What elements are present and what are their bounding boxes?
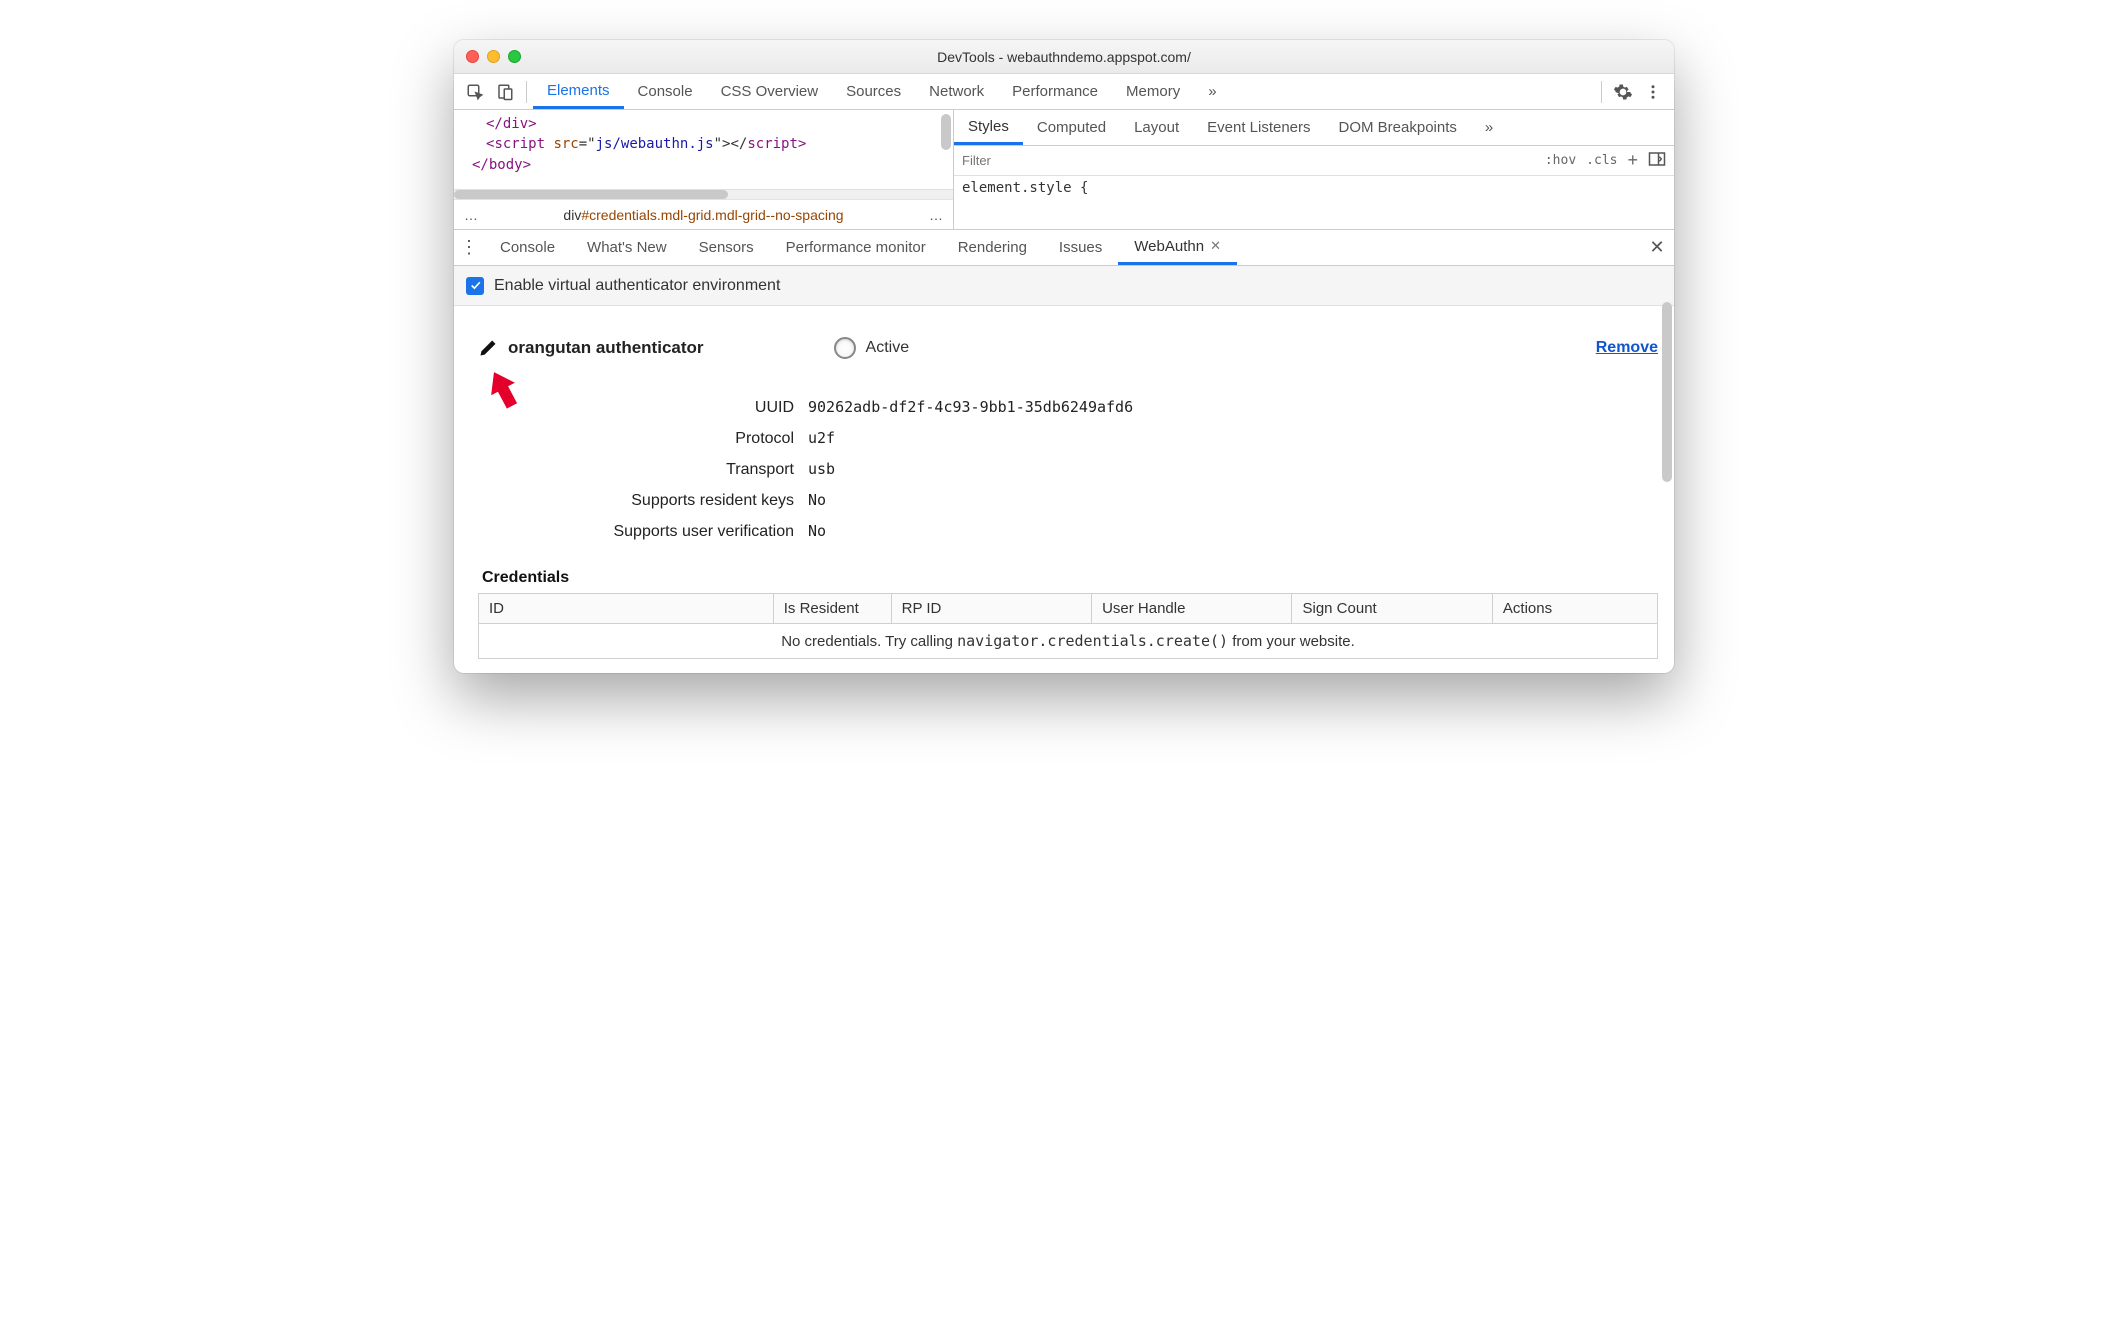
drawer-kebab-icon[interactable]: ⋮ [454,237,484,258]
subtab-layout[interactable]: Layout [1120,110,1193,145]
prop-label-uuid: UUID [478,399,808,417]
drawer-tab-console[interactable]: Console [484,230,571,265]
prop-value-rk: No [808,491,826,509]
prop-value-uv: No [808,522,826,540]
prop-label-protocol: Protocol [478,430,808,448]
drawer-tab-bar: ⋮ Console What's New Sensors Performance… [454,230,1674,266]
authenticator-props: UUID90262adb-df2f-4c93-9bb1-35db6249afd6… [478,392,1658,547]
drawer-tab-perfmon[interactable]: Performance monitor [770,230,942,265]
active-radio[interactable]: Active [834,337,910,359]
panel-layout-icon[interactable] [1648,151,1666,170]
device-toggle-icon[interactable] [490,77,520,107]
annotation-arrow-icon [480,366,526,417]
dom-tree-pane: </div> <script src="js/webauthn.js"></sc… [454,110,954,229]
titlebar: DevTools - webauthndemo.appspot.com/ [454,40,1674,74]
styles-filter-bar: :hov .cls + [954,146,1674,176]
tab-css-overview[interactable]: CSS Overview [707,74,833,109]
dom-vscroll[interactable] [941,114,951,150]
divider [526,81,527,103]
credentials-table: ID Is Resident RP ID User Handle Sign Co… [478,593,1658,659]
th-sign-count: Sign Count [1292,594,1492,624]
subtab-computed[interactable]: Computed [1023,110,1120,145]
main-tab-bar: Elements Console CSS Overview Sources Ne… [454,74,1674,110]
tab-network[interactable]: Network [915,74,998,109]
credentials-title: Credentials [478,569,1658,587]
th-id: ID [479,594,774,624]
dom-tree[interactable]: </div> <script src="js/webauthn.js"></sc… [454,110,953,189]
subtabs-overflow[interactable]: » [1471,110,1507,145]
divider [1601,81,1602,103]
pencil-icon[interactable] [478,334,498,362]
tab-elements[interactable]: Elements [533,74,624,109]
prop-value-transport: usb [808,460,835,478]
subtab-styles[interactable]: Styles [954,110,1023,145]
breadcrumb-right-ellipsis[interactable]: … [929,207,943,223]
tab-memory[interactable]: Memory [1112,74,1194,109]
authenticator-header: orangutan authenticator Active Remove [478,334,1658,362]
breadcrumb-item[interactable]: div#credentials.mdl-grid.mdl-grid--no-sp… [563,207,843,223]
elements-split: </div> <script src="js/webauthn.js"></sc… [454,110,1674,230]
drawer-tab-rendering[interactable]: Rendering [942,230,1043,265]
cls-toggle[interactable]: .cls [1586,153,1617,168]
styles-tab-bar: Styles Computed Layout Event Listeners D… [954,110,1674,146]
tab-sources[interactable]: Sources [832,74,915,109]
remove-link[interactable]: Remove [1596,339,1658,357]
tabs-overflow[interactable]: » [1194,74,1230,109]
subtab-dom-breakpoints[interactable]: DOM Breakpoints [1325,110,1471,145]
styles-pane: Styles Computed Layout Event Listeners D… [954,110,1674,229]
drawer-tab-issues[interactable]: Issues [1043,230,1118,265]
enable-label: Enable virtual authenticator environment [494,277,780,295]
tab-performance[interactable]: Performance [998,74,1112,109]
enable-bar: Enable virtual authenticator environment [454,266,1674,306]
th-user-handle: User Handle [1092,594,1292,624]
kebab-menu-icon[interactable] [1638,77,1668,107]
prop-label-transport: Transport [478,461,808,479]
inspect-icon[interactable] [460,77,490,107]
subtab-event-listeners[interactable]: Event Listeners [1193,110,1324,145]
window-title: DevTools - webauthndemo.appspot.com/ [454,49,1674,65]
th-actions: Actions [1492,594,1657,624]
drawer-close-icon[interactable]: ✕ [1640,237,1674,258]
gear-icon[interactable] [1608,77,1638,107]
dom-hscroll[interactable] [454,189,953,199]
close-tab-icon[interactable]: ✕ [1210,238,1221,254]
style-rule[interactable]: element.style { [954,176,1674,200]
prop-label-uv: Supports user verification [478,523,808,541]
radio-icon [834,337,856,359]
prop-label-rk: Supports resident keys [478,492,808,510]
breadcrumb-left-ellipsis[interactable]: … [464,207,478,223]
panel-scrollbar[interactable] [1660,302,1674,673]
drawer-tab-whatsnew[interactable]: What's New [571,230,683,265]
credentials-empty-row: No credentials. Try calling navigator.cr… [479,624,1658,659]
authenticator-block: orangutan authenticator Active Remove UU… [454,306,1674,673]
styles-filter-input[interactable] [962,153,1535,168]
prop-value-uuid: 90262adb-df2f-4c93-9bb1-35db6249afd6 [808,398,1133,416]
tab-console[interactable]: Console [624,74,707,109]
new-style-rule-button[interactable]: + [1627,150,1638,171]
drawer-tab-sensors[interactable]: Sensors [683,230,770,265]
prop-value-protocol: u2f [808,429,835,447]
devtools-window: DevTools - webauthndemo.appspot.com/ Ele… [454,40,1674,673]
drawer-tab-webauthn[interactable]: WebAuthn ✕ [1118,230,1237,265]
hov-toggle[interactable]: :hov [1545,153,1576,168]
th-rp-id: RP ID [891,594,1091,624]
breadcrumb[interactable]: … div#credentials.mdl-grid.mdl-grid--no-… [454,199,953,229]
authenticator-name: orangutan authenticator [508,338,704,358]
webauthn-panel: Enable virtual authenticator environment… [454,266,1674,673]
th-is-resident: Is Resident [773,594,891,624]
enable-checkbox[interactable] [466,277,484,295]
